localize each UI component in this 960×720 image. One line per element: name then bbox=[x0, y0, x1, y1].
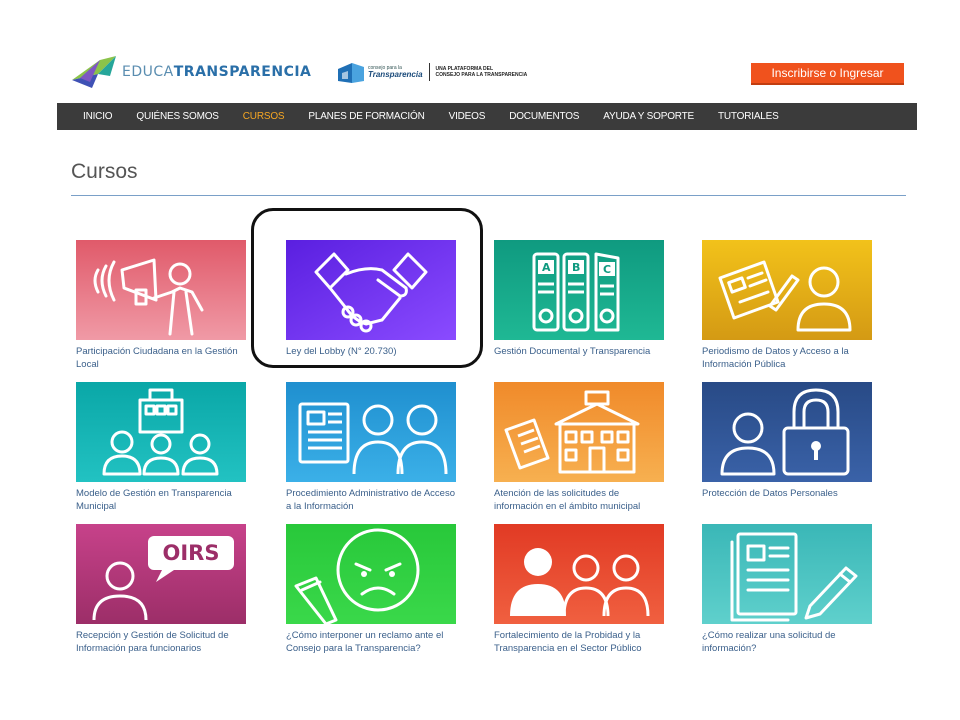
cpt-name: consejo para la Transparencia bbox=[368, 64, 423, 79]
padlock-person-icon bbox=[702, 382, 872, 482]
paper-plane-logo-icon bbox=[72, 56, 116, 88]
course-thumbnail[interactable] bbox=[76, 240, 246, 340]
course-thumbnail[interactable] bbox=[76, 382, 246, 482]
nav-item-tutoriales[interactable]: TUTORIALES bbox=[718, 111, 779, 122]
educatransparencia-logo[interactable]: EDUCATRANSPARENCIA bbox=[70, 54, 311, 90]
main-nav: INICIO QUIÉNES SOMOS CURSOS PLANES DE FO… bbox=[57, 103, 917, 130]
nav-item-planes-de-formacion[interactable]: PLANES DE FORMACIÓN bbox=[308, 111, 424, 122]
course-card-recepcion-gestion[interactable]: OIRS Recepción y Gestión de Solicitud de… bbox=[76, 524, 246, 655]
course-thumbnail[interactable] bbox=[494, 382, 664, 482]
course-thumbnail[interactable]: A B C bbox=[494, 240, 664, 340]
svg-text:C: C bbox=[603, 263, 611, 276]
course-thumbnail[interactable] bbox=[286, 382, 456, 482]
course-card-atencion-solicitudes[interactable]: Atención de las solicitudes de informaci… bbox=[494, 382, 664, 513]
consejo-transparencia-logo[interactable]: consejo para la Transparencia UNA PLATAF… bbox=[336, 58, 527, 86]
course-title[interactable]: Procedimiento Administrativo de Acceso a… bbox=[286, 487, 456, 513]
course-title[interactable]: Gestión Documental y Transparencia bbox=[494, 345, 664, 358]
course-card-como-realizar-solicitud[interactable]: ¿Cómo realizar una solicitud de informac… bbox=[702, 524, 872, 655]
nav-item-documentos[interactable]: DOCUMENTOS bbox=[509, 111, 579, 122]
course-thumbnail[interactable] bbox=[286, 524, 456, 624]
nav-item-cursos[interactable]: CURSOS bbox=[243, 111, 285, 122]
course-card-periodismo-de-datos[interactable]: Periodismo de Datos y Acceso a la Inform… bbox=[702, 240, 872, 371]
nav-item-videos[interactable]: VIDEOS bbox=[449, 111, 486, 122]
course-title[interactable]: Periodismo de Datos y Acceso a la Inform… bbox=[702, 345, 872, 371]
course-title[interactable]: Recepción y Gestión de Solicitud de Info… bbox=[76, 629, 246, 655]
page-title: Cursos bbox=[71, 160, 138, 183]
course-title[interactable]: Fortalecimiento de la Probidad y la Tran… bbox=[494, 629, 664, 655]
course-card-como-interponer-reclamo[interactable]: ¿Cómo interponer un reclamo ante el Cons… bbox=[286, 524, 456, 655]
course-thumbnail[interactable] bbox=[702, 524, 872, 624]
cpt-tagline: UNA PLATAFORMA DEL CONSEJO PARA LA TRANS… bbox=[435, 65, 528, 79]
course-thumbnail[interactable] bbox=[494, 524, 664, 624]
newspaper-building-icon bbox=[494, 382, 664, 482]
course-title[interactable]: ¿Cómo interponer un reclamo ante el Cons… bbox=[286, 629, 456, 655]
nav-item-ayuda-y-soporte[interactable]: AYUDA Y SOPORTE bbox=[603, 111, 694, 122]
municipality-people-icon bbox=[76, 382, 246, 482]
course-card-gestion-documental[interactable]: A B C Gestión Documental y Transparencia bbox=[494, 240, 664, 358]
course-thumbnail[interactable] bbox=[702, 382, 872, 482]
logo-text: EDUCATRANSPARENCIA bbox=[122, 64, 312, 80]
course-title[interactable]: Protección de Datos Personales bbox=[702, 487, 872, 500]
course-thumbnail[interactable]: OIRS bbox=[76, 524, 246, 624]
nav-item-inicio[interactable]: INICIO bbox=[83, 111, 113, 122]
course-title[interactable]: Participación Ciudadana en la Gestión Lo… bbox=[76, 345, 246, 371]
nav-item-quienes-somos[interactable]: QUIÉNES SOMOS bbox=[136, 111, 219, 122]
signup-login-button[interactable]: Inscribirse o Ingresar bbox=[751, 63, 904, 85]
course-card-participacion[interactable]: Participación Ciudadana en la Gestión Lo… bbox=[76, 240, 246, 371]
three-people-icon bbox=[494, 524, 664, 624]
svg-text:B: B bbox=[572, 261, 580, 274]
megaphone-person-icon bbox=[76, 240, 246, 340]
document-people-icon bbox=[286, 382, 456, 482]
course-card-modelo-de-gestion[interactable]: Modelo de Gestión en Transparencia Munic… bbox=[76, 382, 246, 513]
newspaper-person-icon bbox=[702, 240, 872, 340]
course-title[interactable]: Modelo de Gestión en Transparencia Munic… bbox=[76, 487, 246, 513]
oirs-badge-text: OIRS bbox=[162, 541, 220, 565]
cpt-separator bbox=[428, 63, 430, 81]
document-pencil-icon bbox=[702, 524, 872, 624]
course-card-procedimiento-administrativo[interactable]: Procedimiento Administrativo de Acceso a… bbox=[286, 382, 456, 513]
course-thumbnail[interactable] bbox=[702, 240, 872, 340]
title-divider bbox=[71, 195, 906, 196]
course-card-fortalecimiento-probidad[interactable]: Fortalecimiento de la Probidad y la Tran… bbox=[494, 524, 664, 655]
highlight-outline bbox=[251, 208, 483, 368]
binders-icon: A B C bbox=[494, 240, 664, 340]
angry-face-pencil-icon bbox=[286, 524, 456, 624]
course-title[interactable]: ¿Cómo realizar una solicitud de informac… bbox=[702, 629, 872, 655]
cpt-logo-icon bbox=[338, 63, 364, 83]
course-title[interactable]: Atención de las solicitudes de informaci… bbox=[494, 487, 664, 513]
svg-text:A: A bbox=[542, 261, 551, 274]
course-card-proteccion-datos[interactable]: Protección de Datos Personales bbox=[702, 382, 872, 500]
